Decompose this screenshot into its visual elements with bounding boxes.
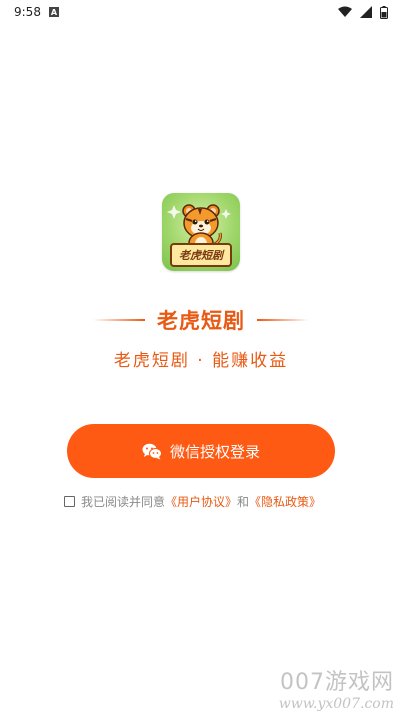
app-title: 老虎短剧 (157, 309, 245, 333)
status-bar: 9:58 A (0, 0, 402, 24)
status-time: 9:58 (14, 5, 41, 19)
privacy-policy-link[interactable]: 《隐私政策》 (249, 493, 321, 510)
agreement-checkbox[interactable] (64, 495, 75, 507)
login-button-label: 微信授权登录 (169, 442, 260, 461)
a-badge-icon: A (48, 7, 59, 17)
status-right (338, 5, 388, 19)
battery-icon (380, 5, 388, 19)
watermark: 007游戏网 www.yx007.com (279, 664, 394, 712)
title-row: 老虎短剧 (0, 305, 402, 335)
app-subtitle: 老虎短剧 · 能赚收益 (113, 351, 289, 371)
title-divider-right (257, 319, 309, 321)
user-agreement-link[interactable]: 《用户协议》 (165, 493, 237, 510)
title-divider-left (93, 319, 145, 321)
signal-icon (360, 6, 372, 18)
app-icon-label: 老虎短剧 (170, 243, 232, 267)
status-left: 9:58 A (14, 5, 59, 19)
agreement-and: 和 (237, 494, 250, 509)
app-logo: 老虎短剧 (162, 193, 240, 271)
agreement-row: 我已阅读并同意 《用户协议》 和 《隐私政策》 (64, 492, 354, 510)
agreement-prefix: 我已阅读并同意 (81, 494, 166, 509)
wifi-icon (338, 6, 352, 17)
wechat-icon (142, 443, 162, 459)
watermark-title: 007游戏网 (280, 670, 394, 695)
wechat-login-button[interactable]: 微信授权登录 (67, 424, 335, 478)
watermark-url: www.yx007.com (278, 696, 394, 712)
